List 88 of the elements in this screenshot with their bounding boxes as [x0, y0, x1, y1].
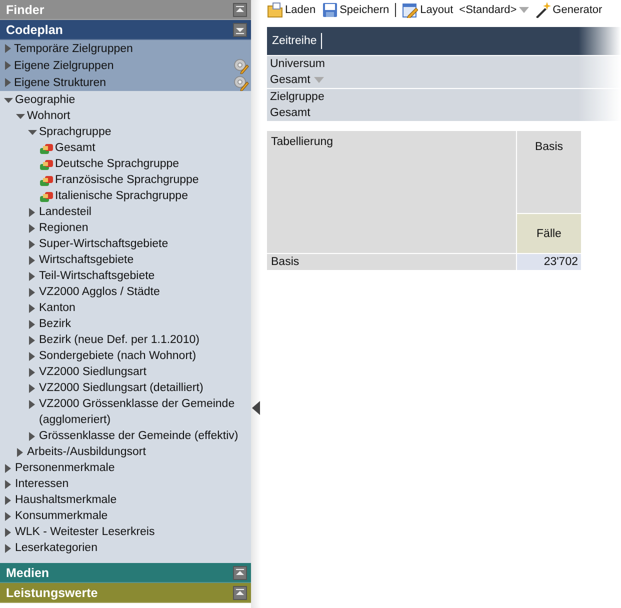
layout-pencil-icon — [402, 2, 418, 18]
tree-item[interactable]: Arbeits-/Ausbildungsort — [0, 444, 251, 460]
tree-item[interactable]: Italienische Sprachgruppe — [0, 188, 251, 204]
expand-arrow-icon[interactable] — [16, 448, 25, 457]
expand-arrow-icon[interactable] — [28, 336, 37, 345]
tree-item[interactable]: Landesteil — [0, 204, 251, 220]
table-cell: 23'702 — [517, 254, 581, 270]
caret-icon — [518, 7, 529, 13]
code-icon — [40, 143, 53, 154]
header-label: Zeitreihe — [272, 33, 322, 49]
filter-label: Universum — [270, 57, 326, 72]
collapse-icon[interactable] — [233, 22, 247, 36]
tree-item[interactable]: Grössenklasse der Gemeinde (effektiv) — [0, 428, 251, 444]
layout-dropdown[interactable]: <Standard> — [459, 4, 529, 16]
tree-item[interactable]: Regionen — [0, 220, 251, 236]
expand-arrow-icon[interactable] — [16, 112, 25, 121]
section-header[interactable]: Leistungswerte — [0, 583, 251, 603]
tree-item[interactable]: VZ2000 Agglos / Städte — [0, 284, 251, 300]
tree-item[interactable]: Eigene Strukturen — [0, 74, 251, 91]
filter-value: Gesamt — [270, 106, 312, 121]
filter-dropdown[interactable]: Gesamt — [270, 72, 621, 88]
expand-arrow-icon[interactable] — [4, 512, 13, 521]
tree-item[interactable]: Haushaltsmerkmale — [0, 492, 251, 508]
table-corner-cell: Tabellierung — [267, 131, 516, 253]
tree-item[interactable]: Geographie — [0, 92, 251, 108]
code-icon — [40, 159, 53, 170]
expand-arrow-icon[interactable] — [28, 304, 37, 313]
collapse-arrow-icon[interactable] — [252, 401, 260, 415]
tree-item[interactable]: Temporäre Zielgruppen — [0, 40, 251, 57]
expand-arrow-icon[interactable] — [28, 368, 37, 377]
expand-arrow-icon[interactable] — [28, 352, 37, 361]
expand-arrow-icon[interactable] — [28, 288, 37, 297]
tree-item[interactable]: Teil-Wirtschaftsgebiete — [0, 268, 251, 284]
section-header[interactable]: Medien — [0, 563, 251, 583]
toolbar-button[interactable]: Speichern — [322, 2, 390, 18]
tree-item[interactable]: Leserkategorien — [0, 540, 251, 556]
column-header: Basis — [517, 131, 581, 213]
tree-item[interactable]: Wirtschaftsgebiete — [0, 252, 251, 268]
expand-arrow-icon[interactable] — [4, 96, 13, 105]
tree-item[interactable]: Bezirk (neue Def. per 1.1.2010) — [0, 332, 251, 348]
expand-arrow-icon[interactable] — [4, 528, 13, 537]
magic-wand-icon — [534, 2, 551, 18]
collapse-icon[interactable] — [233, 586, 247, 600]
gear-pencil-icon[interactable] — [232, 74, 249, 91]
tree-item[interactable]: Sondergebiete (nach Wohnort) — [0, 348, 251, 364]
expand-arrow-icon[interactable] — [28, 240, 37, 249]
tree-item[interactable]: VZ2000 Grössenklasse der Gemeinde (agglomeriert) — [0, 396, 251, 428]
expand-arrow-icon[interactable] — [4, 544, 13, 553]
tree-item[interactable]: Personenmerkmale — [0, 460, 251, 476]
expand-arrow-icon[interactable] — [28, 400, 37, 409]
expand-arrow-icon[interactable] — [28, 272, 37, 281]
tree-item[interactable]: Interessen — [0, 476, 251, 492]
tree-item[interactable]: Deutsche Sprachgruppe — [0, 156, 251, 172]
collapse-icon[interactable] — [233, 566, 247, 580]
tree-item[interactable]: WLK - Weitester Leserkreis — [0, 524, 251, 540]
tree-item[interactable]: Französische Sprachgruppe — [0, 172, 251, 188]
tree-item[interactable]: Bezirk — [0, 316, 251, 332]
tree-item[interactable]: Kanton — [0, 300, 251, 316]
code-icon — [40, 191, 53, 202]
tree-item[interactable]: VZ2000 Siedlungsart — [0, 364, 251, 380]
caret-icon — [314, 77, 324, 83]
expand-arrow-icon[interactable] — [4, 480, 13, 489]
tree-item[interactable]: Konsummerkmale — [0, 508, 251, 524]
expand-arrow-icon[interactable] — [28, 256, 37, 265]
filter-label: Zielgruppe — [270, 90, 326, 105]
measure-header: Fälle — [517, 214, 581, 253]
gear-pencil-icon[interactable] — [232, 57, 249, 74]
expand-arrow-icon[interactable] — [28, 432, 37, 441]
row-header: Basis — [267, 254, 516, 270]
collapse-icon[interactable] — [233, 2, 247, 16]
tree-item[interactable]: VZ2000 Siedlungsart (detailliert) — [0, 380, 251, 396]
tree-item[interactable]: Super-Wirtschaftsgebiete — [0, 236, 251, 252]
toolbar-button[interactable]: Laden — [267, 2, 316, 18]
expand-arrow-icon[interactable] — [28, 384, 37, 393]
expand-arrow-icon[interactable] — [28, 208, 37, 217]
expand-arrow-icon[interactable] — [4, 496, 13, 505]
generator-button[interactable]: Generator — [534, 2, 602, 18]
tree-item[interactable]: Sprachgruppe — [0, 124, 251, 140]
expand-arrow-icon[interactable] — [28, 224, 37, 233]
section-header[interactable]: Codeplan — [0, 20, 251, 40]
tree-item[interactable]: Wohnort — [0, 108, 251, 124]
tree-item[interactable]: Eigene Zielgruppen — [0, 57, 251, 74]
expand-arrow-icon[interactable] — [4, 464, 13, 473]
code-icon — [40, 175, 53, 186]
expand-arrow-icon[interactable] — [28, 320, 37, 329]
toolbar-button[interactable]: Layout — [402, 2, 454, 18]
tree-item[interactable]: Gesamt — [0, 140, 251, 156]
expand-arrow-icon[interactable] — [28, 128, 37, 137]
